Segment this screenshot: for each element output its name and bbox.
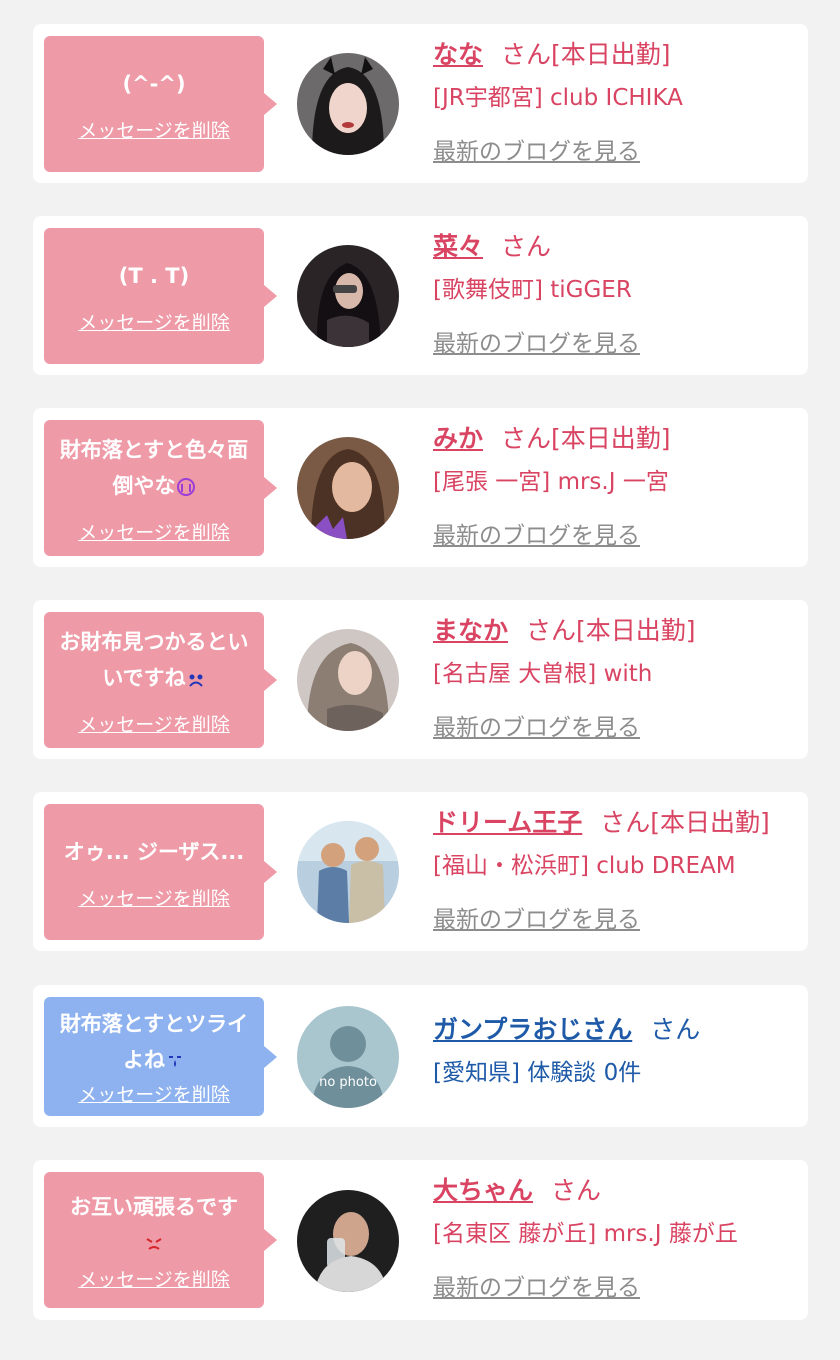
work-status: [本日出勤] <box>576 616 696 645</box>
shop-label: [尾張 一宮] mrs.J 一宮 <box>433 469 669 495</box>
shop-label: [JR宇都宮] club ICHIKA <box>433 85 683 111</box>
delete-message-link[interactable]: メッセージを削除 <box>78 710 230 737</box>
honorific-label: さん <box>501 424 552 453</box>
work-status: [本日出勤] <box>650 808 770 837</box>
honorific-label: さん <box>551 1176 602 1205</box>
message-card: (^-^) メッセージを削除 なな さん[本日出勤] [JR宇都宮] club I… <box>33 24 808 183</box>
message-bubble: (^-^) メッセージを削除 <box>44 36 277 172</box>
message-text: (T . T) <box>118 263 190 288</box>
message-text: お互い頑張るです <box>64 1189 244 1261</box>
avatar[interactable] <box>297 437 399 539</box>
message-bubble: (T . T) メッセージを削除 <box>44 228 277 364</box>
profile-info: ガンプラおじさん さん [愛知県] 体験談 0件 <box>433 1013 798 1089</box>
avatar[interactable] <box>297 1190 399 1292</box>
message-list: (^-^) メッセージを削除 なな さん[本日出勤] [JR宇都宮] club I… <box>0 0 840 1360</box>
delete-message-link[interactable]: メッセージを削除 <box>78 884 230 911</box>
avatar[interactable] <box>297 245 399 347</box>
profile-info: ドリーム王子 さん[本日出勤] [福山・松浜町] club DREAM 最新のブロ… <box>433 806 798 936</box>
delete-message-link[interactable]: メッセージを削除 <box>78 518 230 545</box>
no-photo-text: no photo <box>319 1075 377 1090</box>
latest-blog-link[interactable]: 最新のブログを見る <box>433 520 640 552</box>
message-text: 財布落とすと色々面倒やな <box>59 437 249 498</box>
profile-name-link[interactable]: ドリーム王子 <box>433 808 582 837</box>
sad-face-icon <box>188 674 203 687</box>
profile-info: なな さん[本日出勤] [JR宇都宮] club ICHIKA 最新のブログを見る <box>433 38 798 168</box>
delete-message-link[interactable]: メッセージを削除 <box>78 1080 230 1107</box>
latest-blog-link[interactable]: 最新のブログを見る <box>433 1272 640 1304</box>
profile-name-link[interactable]: なな <box>433 40 483 69</box>
message-text: お財布見つかるといいですね <box>59 629 249 690</box>
crying-face-icon <box>176 477 195 496</box>
honorific-label: さん <box>501 232 552 261</box>
message-bubble: 財布落とすとツライよね メッセージを削除 <box>44 997 277 1116</box>
shop-label: [名古屋 大曽根] with <box>433 661 653 687</box>
message-card: 財布落とすと色々面倒やな メッセージを削除 みか さん[本日出勤] [尾張 一宮]… <box>33 408 808 567</box>
work-status: [本日出勤] <box>551 40 671 69</box>
honorific-label: さん <box>650 1015 701 1044</box>
latest-blog-link[interactable]: 最新のブログを見る <box>433 136 640 168</box>
review-info: [愛知県] 体験談 0件 <box>433 1060 642 1086</box>
profile-name-link[interactable]: 菜々 <box>433 232 483 261</box>
message-text: 財布落とすとツライよね <box>59 1012 249 1072</box>
honorific-label: さん <box>501 40 552 69</box>
message-card: (T . T) メッセージを削除 菜々 さん [歌舞伎町] tiGGER 最新のブ… <box>33 216 808 375</box>
message-text: オゥ... ジーザス... <box>63 839 245 864</box>
delete-message-link[interactable]: メッセージを削除 <box>78 116 230 143</box>
message-bubble: オゥ... ジーザス... メッセージを削除 <box>44 804 277 940</box>
profile-info: 大ちゃん さん [名東区 藤が丘] mrs.J 藤が丘 最新のブログを見る <box>433 1174 798 1304</box>
delete-message-link[interactable]: メッセージを削除 <box>78 308 230 335</box>
tear-face-icon <box>169 1056 181 1067</box>
message-card: オゥ... ジーザス... メッセージを削除 ドリーム王子 さん[本日出勤] [福… <box>33 792 808 951</box>
latest-blog-link[interactable]: 最新のブログを見る <box>433 904 640 936</box>
honorific-label: さん <box>600 808 651 837</box>
profile-name-link[interactable]: ガンプラおじさん <box>433 1015 632 1044</box>
message-text: (^-^) <box>122 71 186 96</box>
avatar[interactable]: no photo <box>297 1006 399 1108</box>
work-status: [本日出勤] <box>551 424 671 453</box>
shop-label: [名東区 藤が丘] mrs.J 藤が丘 <box>433 1221 738 1247</box>
message-bubble: お互い頑張るです メッセージを削除 <box>44 1172 277 1308</box>
angry-face-icon <box>146 1237 162 1250</box>
message-card: お財布見つかるといいですね メッセージを削除 まなか さん[本日出勤] [名古屋 … <box>33 600 808 759</box>
honorific-label: さん <box>526 616 577 645</box>
latest-blog-link[interactable]: 最新のブログを見る <box>433 712 640 744</box>
profile-name-link[interactable]: まなか <box>433 616 508 645</box>
delete-message-link[interactable]: メッセージを削除 <box>78 1265 230 1292</box>
avatar[interactable] <box>297 629 399 731</box>
profile-info: みか さん[本日出勤] [尾張 一宮] mrs.J 一宮 最新のブログを見る <box>433 422 798 552</box>
profile-info: まなか さん[本日出勤] [名古屋 大曽根] with 最新のブログを見る <box>433 614 798 744</box>
profile-name-link[interactable]: 大ちゃん <box>433 1176 533 1205</box>
latest-blog-link[interactable]: 最新のブログを見る <box>433 328 640 360</box>
avatar[interactable] <box>297 53 399 155</box>
message-bubble: 財布落とすと色々面倒やな メッセージを削除 <box>44 420 277 556</box>
profile-name-link[interactable]: みか <box>433 424 483 453</box>
message-card: お互い頑張るです メッセージを削除 大ちゃん さん [名東区 藤が丘] mrs.J… <box>33 1160 808 1320</box>
shop-label: [福山・松浜町] club DREAM <box>433 853 736 879</box>
message-card: 財布落とすとツライよね メッセージを削除 no photo ガンプラおじさん さん… <box>33 985 808 1127</box>
avatar[interactable] <box>297 821 399 923</box>
profile-info: 菜々 さん [歌舞伎町] tiGGER 最新のブログを見る <box>433 230 798 360</box>
shop-label: [歌舞伎町] tiGGER <box>433 277 632 303</box>
message-bubble: お財布見つかるといいですね メッセージを削除 <box>44 612 277 748</box>
